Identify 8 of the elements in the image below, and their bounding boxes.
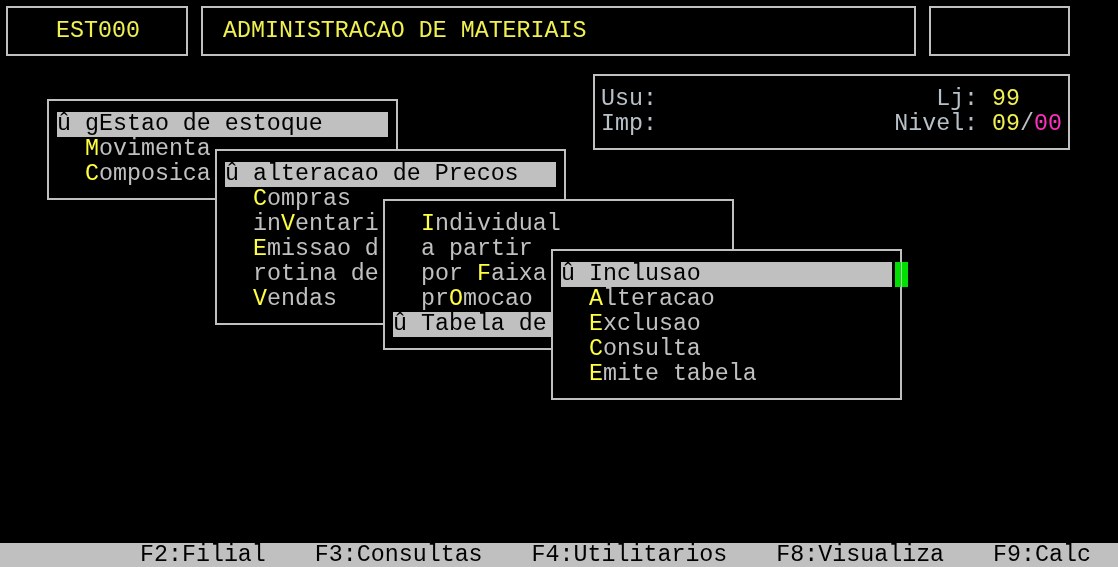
info-value: 09/00 xyxy=(992,112,1062,137)
screen-title: ADMINISTRACAO DE MATERIAIS xyxy=(201,6,916,56)
info-label: Lj: xyxy=(935,87,979,112)
info-value: 99 xyxy=(992,87,1021,112)
info-label: Nivel: xyxy=(894,112,979,137)
info-label: Imp: xyxy=(601,112,657,137)
program-code: EST000 xyxy=(6,6,188,56)
info-label: Usu: xyxy=(601,87,657,112)
